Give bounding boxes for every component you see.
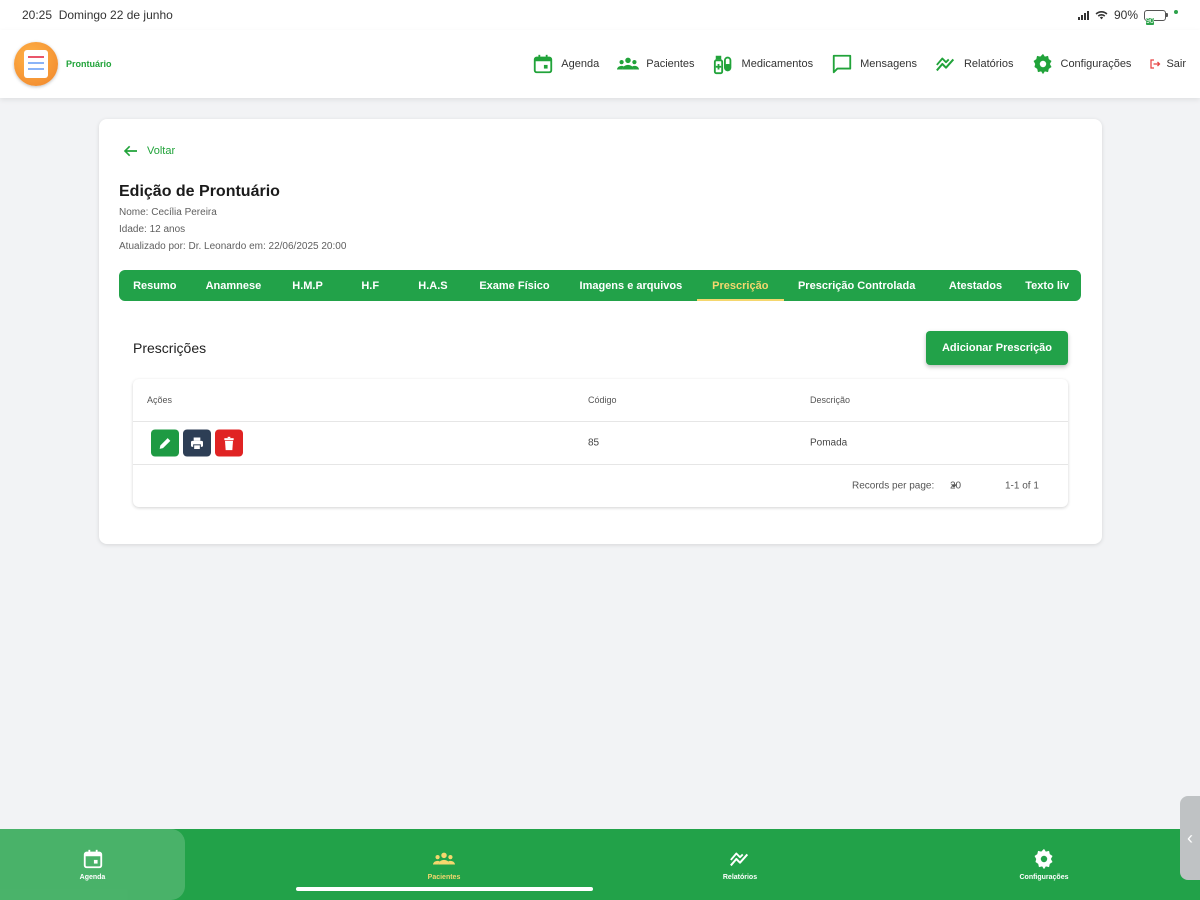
- tab-exame-fisico[interactable]: Exame Físico: [464, 270, 564, 301]
- back-label: Voltar: [147, 145, 176, 157]
- edit-button[interactable]: [151, 429, 179, 457]
- delete-button[interactable]: [215, 429, 243, 457]
- tab-hmp[interactable]: H.M.P: [276, 270, 339, 301]
- chart-icon: [936, 57, 955, 72]
- trash-icon: [224, 436, 234, 450]
- patient-age: Idade: 12 anos: [119, 224, 186, 235]
- tab-resumo[interactable]: Resumo: [119, 270, 191, 301]
- section-title: Prescrições: [133, 340, 207, 356]
- battery-percent: 90%: [1113, 8, 1138, 22]
- page-title: Edição de Prontuário: [119, 183, 280, 200]
- tab-imagens-arquivos[interactable]: Imagens e arquivos: [565, 270, 697, 301]
- nav-item-relatorios[interactable]: Relatórios: [935, 53, 1014, 75]
- charging-dot-icon: [1174, 10, 1178, 14]
- message-icon: [832, 54, 852, 74]
- column-header-descricao[interactable]: Descrição: [810, 395, 850, 405]
- row-actions: [151, 429, 243, 457]
- logo-text: Prontuário: [66, 59, 112, 69]
- printer-icon: [191, 437, 203, 450]
- status-time: 20:25: [22, 8, 53, 22]
- table-pagination: Records per page: 20 1-1 of 1: [133, 465, 1068, 507]
- column-header-codigo[interactable]: Código: [588, 395, 617, 405]
- table-row: 85 Pomada: [133, 422, 1068, 465]
- bottom-nav-agenda[interactable]: Agenda: [0, 829, 185, 900]
- nav-item-agenda[interactable]: Agenda: [532, 53, 599, 75]
- calendar-icon: [83, 849, 102, 869]
- records-per-page-value: 20: [950, 480, 962, 492]
- record-updated-by: Atualizado por: Dr. Leonardo em: 22/06/2…: [119, 241, 347, 252]
- tab-prescricao-controlada[interactable]: Prescrição Controlada: [784, 270, 930, 301]
- medication-icon: [713, 55, 731, 75]
- arrow-left-icon: [123, 145, 137, 157]
- nav-item-medicamentos[interactable]: Medicamentos: [713, 53, 814, 75]
- home-indicator[interactable]: [296, 887, 593, 891]
- side-panel-handle[interactable]: ‹: [1180, 796, 1200, 880]
- records-per-page-label: Records per page:: [852, 480, 935, 492]
- bottom-nav-label-agenda: Agenda: [79, 874, 106, 881]
- records-per-page-select[interactable]: 20: [950, 480, 962, 492]
- gear-icon: [1034, 848, 1053, 870]
- status-date: Domingo 22 de junho: [58, 8, 173, 22]
- logout-icon: [1150, 59, 1161, 69]
- logo-icon: [14, 42, 58, 86]
- print-button[interactable]: [183, 429, 211, 457]
- table-header: Ações Código Descrição: [133, 379, 1068, 422]
- bottom-nav: Agenda Pacientes Relatórios Configuraçõe…: [0, 829, 1200, 900]
- people-icon: [433, 852, 455, 865]
- nav-item-configuracoes[interactable]: Configurações: [1032, 53, 1132, 75]
- pencil-icon: [159, 437, 171, 449]
- patient-name: Nome: Cecília Pereira: [119, 207, 217, 218]
- gear-icon: [1033, 53, 1052, 75]
- bottom-nav-configuracoes[interactable]: Configurações: [994, 829, 1094, 900]
- wifi-icon: [1095, 11, 1108, 20]
- tab-prescricao[interactable]: Prescrição: [697, 270, 784, 301]
- bottom-nav-label-relatorios: Relatórios: [722, 874, 758, 881]
- column-header-acoes[interactable]: Ações: [147, 395, 172, 405]
- back-button[interactable]: Voltar: [123, 143, 175, 159]
- tab-texto-livre[interactable]: Texto liv: [1021, 270, 1081, 301]
- battery-level: 90: [1146, 17, 1154, 25]
- tab-atestados[interactable]: Atestados: [930, 270, 1022, 301]
- battery-icon: 90: [1144, 9, 1168, 25]
- nav-item-mensagens[interactable]: Mensagens: [831, 53, 917, 75]
- pagination-range: 1-1 of 1: [1005, 480, 1039, 492]
- bottom-nav-relatorios[interactable]: Relatórios: [690, 829, 790, 900]
- chevron-left-icon: ‹: [1187, 827, 1193, 848]
- bottom-nav-label-configuracoes: Configurações: [1019, 874, 1069, 881]
- tab-hf[interactable]: H.F: [339, 270, 402, 301]
- status-indicators: 90% 90: [1077, 8, 1178, 25]
- calendar-icon: [534, 54, 553, 74]
- chart-icon: [730, 852, 749, 867]
- add-prescription-button[interactable]: Adicionar Prescrição: [926, 331, 1068, 365]
- tab-has[interactable]: H.A.S: [402, 270, 465, 301]
- top-app-bar: Prontuário Agenda Pacientes Medicamentos…: [0, 30, 1200, 98]
- nav-item-pacientes[interactable]: Pacientes: [617, 53, 695, 75]
- signal-icon: [1077, 10, 1089, 20]
- nav-label-pacientes: Pacientes: [646, 58, 695, 70]
- nav-label-mensagens: Mensagens: [860, 58, 917, 70]
- tab-anamnese[interactable]: Anamnese: [191, 270, 277, 301]
- nav-label-sair: Sair: [1166, 58, 1186, 70]
- status-time-date: 20:25 Domingo 22 de junho: [22, 8, 173, 22]
- record-card: Voltar Edição de Prontuário Nome: Cecíli…: [99, 119, 1102, 544]
- top-nav: Agenda Pacientes Medicamentos Mensagens …: [532, 53, 1186, 75]
- cell-codigo: 85: [588, 437, 600, 449]
- people-icon: [617, 57, 640, 70]
- nav-item-sair[interactable]: Sair: [1149, 58, 1186, 70]
- app-logo[interactable]: Prontuário: [14, 42, 112, 86]
- nav-label-relatorios: Relatórios: [963, 58, 1014, 70]
- cell-descricao: Pomada: [810, 437, 848, 449]
- prescriptions-table: Ações Código Descrição 85 Pomada Records…: [133, 379, 1068, 507]
- nav-label-agenda: Agenda: [561, 58, 600, 70]
- bottom-nav-label-pacientes: Pacientes: [427, 874, 461, 881]
- record-tabs: Resumo Anamnese H.M.P H.F H.A.S Exame Fí…: [119, 270, 1081, 301]
- status-bar: 20:25 Domingo 22 de junho 90% 90: [0, 0, 1200, 30]
- nav-label-configuracoes: Configurações: [1060, 58, 1132, 70]
- nav-label-medicamentos: Medicamentos: [741, 58, 814, 70]
